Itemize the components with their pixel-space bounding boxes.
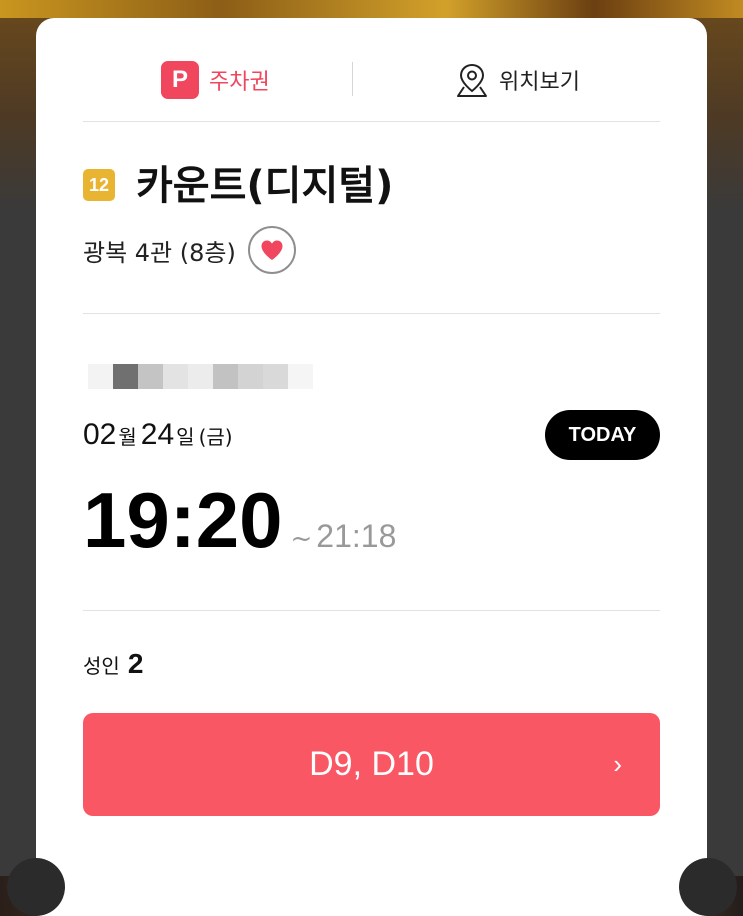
weekday: (금) [198,425,233,449]
ticket-notch-left [7,858,65,916]
age-rating-badge: 12 [83,169,115,201]
theater-name: 광복 4관 (8층) [83,238,236,267]
heart-icon [261,240,283,260]
chevron-right-icon: › [613,749,622,779]
movie-title: 카운트(디지털) [136,163,394,209]
audience-count: 성인 2 [83,648,143,680]
theater-row: 광복 4관 (8층) [83,224,296,276]
parking-ticket-label: 주차권 [209,70,270,95]
date-month: 02 [83,418,117,451]
tab-divider [352,62,353,96]
redacted-booking-info [88,364,313,389]
divider [83,313,660,314]
show-date: 02 월 24 일 (금) [83,418,233,458]
view-location-label: 위치보기 [499,70,580,95]
date-day: 24 [140,418,175,451]
ticket-card: P 주차권 위치보기 12 카운트(디지털) 광복 4관 (8층) 02 월 2… [36,18,707,916]
end-time: 21:18 [316,518,397,554]
audience-type-label: 성인 [83,654,120,678]
time-separator: ~ [290,524,313,554]
month-unit: 월 [118,425,137,449]
show-time: 19:20 ~ 21:18 [83,475,396,566]
parking-ticket-button[interactable]: P 주차권 [161,56,270,104]
ticket-notch-right [679,858,737,916]
divider [83,121,660,122]
audience-count-value: 2 [127,648,144,679]
today-badge: TODAY [545,410,660,460]
start-time: 19:20 [83,476,283,564]
seat-numbers: D9, D10 [309,745,434,783]
favorite-button[interactable] [247,226,296,274]
divider [83,610,660,611]
seat-info-button[interactable]: D9, D10 › [83,713,660,816]
day-unit: 일 [176,425,195,449]
view-location-button[interactable]: 위치보기 [455,56,580,104]
parking-icon: P [161,61,199,99]
ticket-top-bar: P 주차권 위치보기 [83,56,660,104]
map-pin-icon [457,63,487,97]
